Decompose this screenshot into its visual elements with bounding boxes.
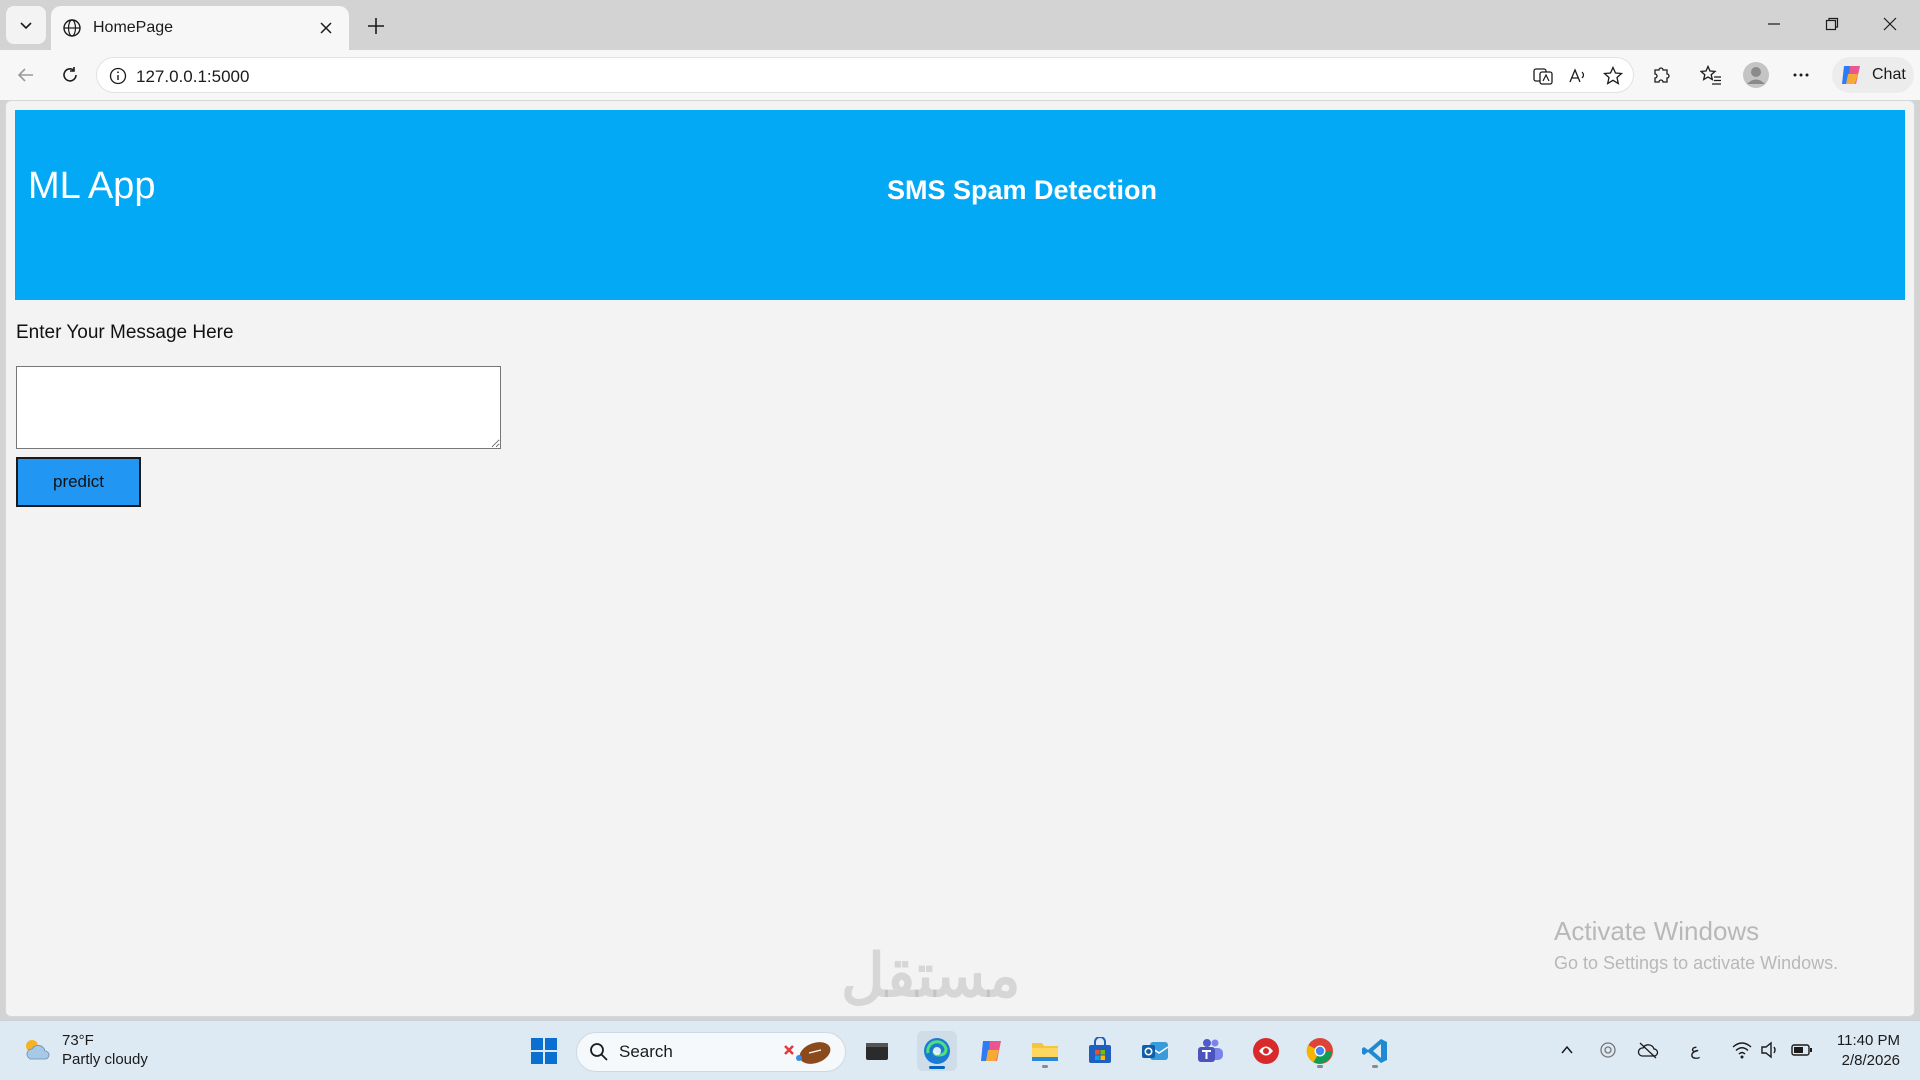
read-aloud-icon[interactable] xyxy=(1565,63,1591,89)
close-icon xyxy=(1883,17,1897,31)
copilot-chat-button[interactable]: Chat xyxy=(1832,57,1914,93)
site-watermark: مستقل xyxy=(841,942,1021,1009)
red-app-icon xyxy=(1253,1038,1279,1064)
taskbar-store[interactable] xyxy=(1080,1031,1120,1071)
copilot-app-icon xyxy=(981,1041,1001,1061)
active-indicator xyxy=(929,1066,945,1069)
taskbar-outlook[interactable] xyxy=(1135,1031,1175,1071)
chrome-icon xyxy=(1306,1038,1333,1064)
running-indicator xyxy=(1317,1065,1323,1068)
restore-icon xyxy=(1825,17,1839,31)
url-text[interactable]: 127.0.0.1:5000 xyxy=(136,67,249,87)
chevron-up-icon xyxy=(1561,1045,1573,1054)
back-button[interactable] xyxy=(10,59,42,91)
battery-icon[interactable] xyxy=(1790,1038,1814,1062)
volume-icon[interactable] xyxy=(1758,1038,1782,1062)
taskbar-teams[interactable] xyxy=(1190,1031,1230,1071)
system-clock[interactable]: 11:40 PM 2/8/2026 xyxy=(1820,1031,1900,1071)
close-tab-icon[interactable] xyxy=(315,17,337,39)
arrow-left-icon xyxy=(17,68,33,82)
minimize-button[interactable] xyxy=(1746,6,1802,42)
activate-windows-watermark: Activate Windows Go to Settings to activ… xyxy=(1554,916,1838,974)
cloud-off-icon xyxy=(1637,1042,1659,1059)
clock-time: 11:40 PM xyxy=(1836,1032,1900,1049)
start-button[interactable] xyxy=(524,1031,564,1071)
plus-icon xyxy=(368,18,384,34)
taskbar-vscode[interactable] xyxy=(1355,1031,1395,1071)
page-title: SMS Spam Detection xyxy=(886,175,1158,205)
edge-browser-icon xyxy=(924,1038,950,1064)
tab-homepage[interactable]: HomePage xyxy=(51,6,349,50)
clock-date: 2/8/2026 xyxy=(1841,1052,1900,1069)
chevron-down-icon xyxy=(20,22,32,30)
app-header: ML App SMS Spam Detection xyxy=(15,110,1905,300)
activate-subtext: Go to Settings to activate Windows. xyxy=(1554,953,1839,973)
page-viewport: ML App SMS Spam Detection Enter Your Mes… xyxy=(5,100,1915,1017)
new-tab-button[interactable] xyxy=(360,10,392,42)
extensions-button[interactable] xyxy=(1645,59,1677,91)
search-icon xyxy=(590,1043,608,1061)
chat-label: Chat xyxy=(1872,66,1906,83)
football-icon xyxy=(784,1042,831,1064)
tab-list-button[interactable] xyxy=(6,6,46,44)
outlook-icon xyxy=(1142,1042,1169,1060)
ellipsis-icon xyxy=(1793,73,1809,77)
close-window-button[interactable] xyxy=(1862,6,1918,42)
globe-icon xyxy=(61,17,83,39)
translate-icon[interactable] xyxy=(1530,63,1556,89)
taskbar-red-app[interactable] xyxy=(1246,1031,1286,1071)
taskbar-file-explorer[interactable] xyxy=(1025,1031,1065,1071)
search-label: Search xyxy=(619,1042,673,1061)
taskbar-search[interactable]: Search xyxy=(576,1032,846,1072)
folder-icon xyxy=(1032,1043,1058,1061)
taskbar-file-explorer-dark[interactable] xyxy=(857,1031,897,1071)
favorites-button[interactable] xyxy=(1695,59,1727,91)
puzzle-icon xyxy=(1654,67,1670,83)
partly-cloudy-icon xyxy=(26,1040,50,1060)
language-indicator[interactable]: ع xyxy=(1683,1038,1707,1062)
show-hidden-icons[interactable] xyxy=(1555,1038,1579,1062)
refresh-button[interactable] xyxy=(54,59,86,91)
avatar-icon xyxy=(1743,62,1769,88)
copilot-icon xyxy=(1842,66,1860,84)
favorites-list-icon xyxy=(1700,64,1721,85)
teams-icon xyxy=(1198,1039,1223,1062)
tab-title: HomePage xyxy=(93,19,174,36)
refresh-icon xyxy=(63,67,77,82)
message-label: Enter Your Message Here xyxy=(16,322,234,343)
browser-toolbar: 127.0.0.1:5000 Chat xyxy=(0,50,1920,100)
taskbar: 73°F Partly cloudy Search ع 11:40 PM 2/8… xyxy=(0,1020,1920,1080)
restore-button[interactable] xyxy=(1804,6,1860,42)
vscode-icon xyxy=(1362,1039,1387,1063)
taskbar-copilot[interactable] xyxy=(971,1031,1011,1071)
weather-desc: Partly cloudy xyxy=(62,1051,148,1068)
tray-app-icon[interactable] xyxy=(1596,1038,1620,1062)
running-indicator xyxy=(1372,1065,1378,1068)
weather-widget[interactable]: 73°F Partly cloudy xyxy=(20,1031,148,1069)
windows-logo-icon xyxy=(531,1038,557,1064)
message-input[interactable] xyxy=(16,366,501,449)
taskbar-edge[interactable] xyxy=(917,1031,957,1071)
tray-cloud-icon[interactable] xyxy=(1636,1038,1660,1062)
running-indicator xyxy=(1042,1065,1048,1068)
tab-bar: HomePage xyxy=(0,0,1920,50)
store-icon xyxy=(1089,1037,1111,1063)
more-options-button[interactable] xyxy=(1785,59,1817,91)
terminal-window-icon xyxy=(866,1043,888,1060)
info-icon[interactable] xyxy=(107,65,129,87)
address-bar[interactable]: 127.0.0.1:5000 xyxy=(96,57,1634,93)
minimize-icon xyxy=(1768,23,1780,25)
favorite-star-icon[interactable] xyxy=(1600,63,1626,89)
profile-button[interactable] xyxy=(1740,59,1772,91)
weather-temp: 73°F xyxy=(62,1032,94,1049)
predict-button[interactable]: predict xyxy=(16,457,141,507)
activate-heading: Activate Windows xyxy=(1554,916,1760,946)
tray-circle-icon xyxy=(1600,1042,1616,1058)
wifi-icon[interactable] xyxy=(1730,1038,1754,1062)
taskbar-chrome[interactable] xyxy=(1300,1031,1340,1071)
